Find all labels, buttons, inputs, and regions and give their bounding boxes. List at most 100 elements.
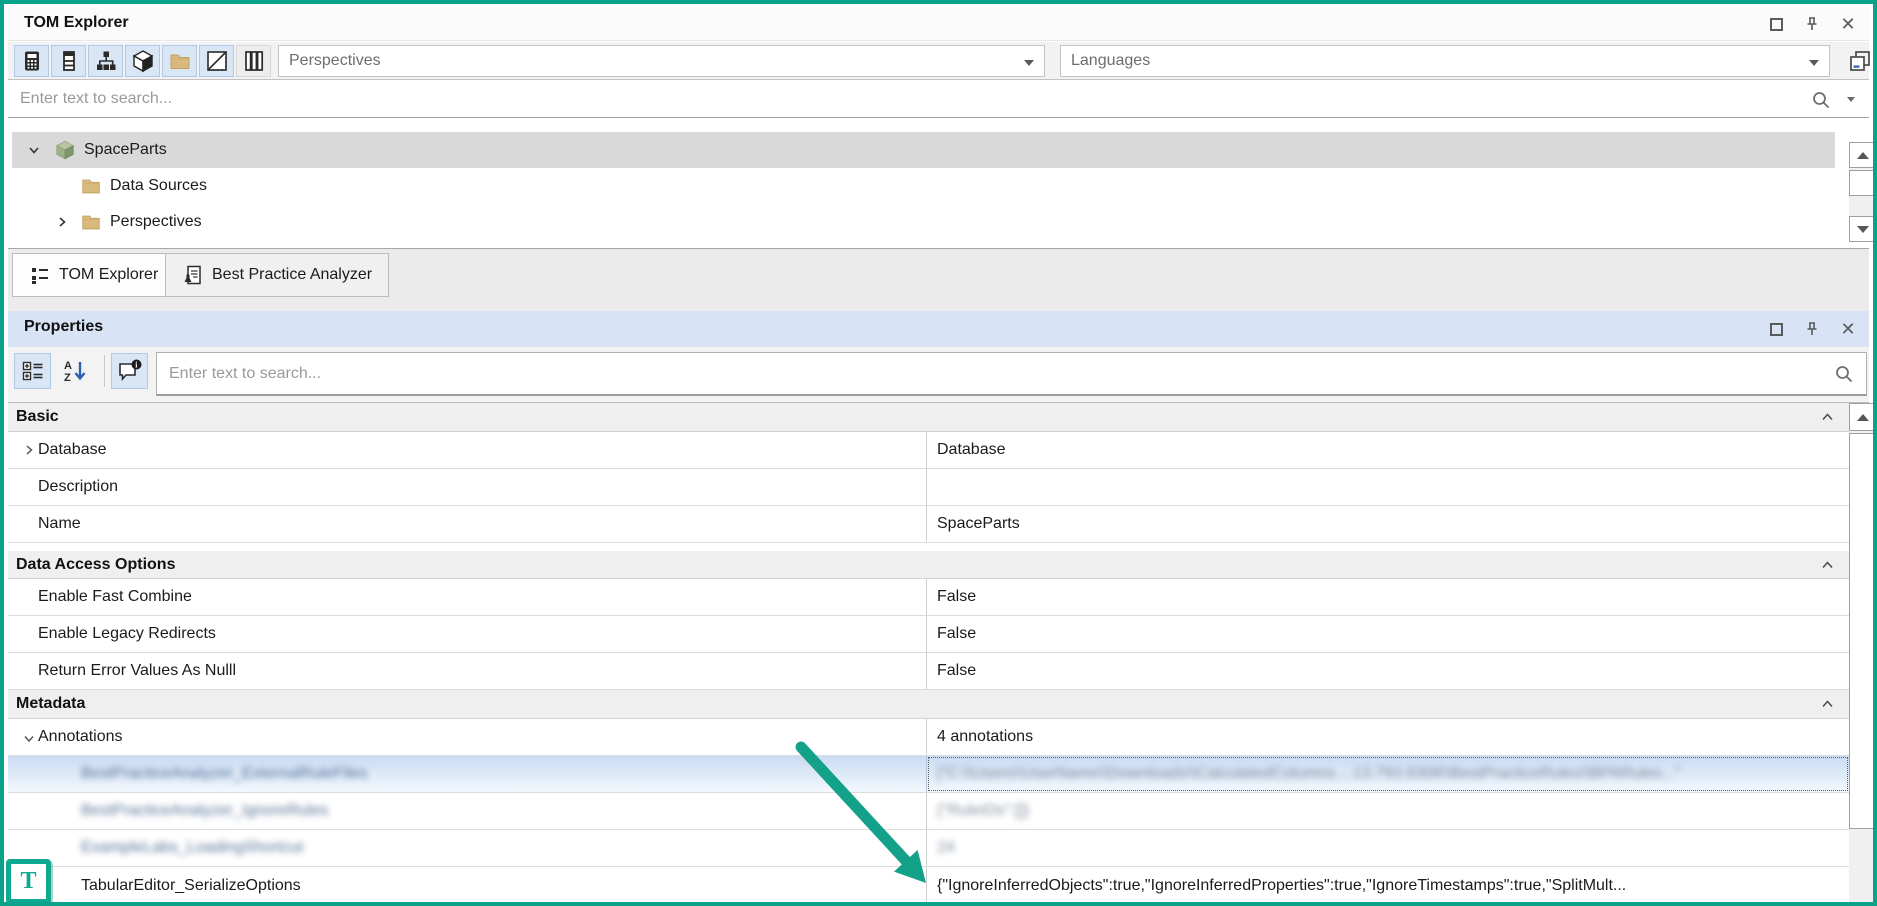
annotation-row[interactable]: ExampleLabs_LoadingShortcut 24 xyxy=(8,830,1849,867)
model-cube-icon xyxy=(54,139,76,161)
property-value[interactable]: Database xyxy=(927,432,1849,468)
collapse-chevron-icon[interactable] xyxy=(1820,697,1835,712)
tree-item-perspectives[interactable]: Perspectives xyxy=(12,204,1835,240)
property-name: Name xyxy=(8,515,81,533)
explorer-search-row xyxy=(8,81,1869,118)
property-row-enable-fast-combine[interactable]: Enable Fast Combine False xyxy=(8,579,1849,616)
tom-explorer-title: TOM Explorer xyxy=(24,14,129,32)
properties-titlebar: Properties ✕ xyxy=(8,311,1869,347)
show-display-folders-button[interactable] xyxy=(199,45,234,77)
scroll-thumb[interactable] xyxy=(1849,170,1877,196)
tree-item-spaceparts[interactable]: SpaceParts xyxy=(12,132,1835,168)
window-layers-icon xyxy=(1847,48,1873,74)
collapse-chevron-icon[interactable] xyxy=(1820,410,1835,425)
scroll-down-button[interactable] xyxy=(1849,216,1877,242)
maximize-icon[interactable] xyxy=(1765,318,1787,340)
categorized-view-button[interactable] xyxy=(14,353,51,389)
folder-icon xyxy=(80,175,102,197)
annotation-value-redacted[interactable]: ["C:\\Users\\UserName\\Downloads\\Calcul… xyxy=(937,765,1681,783)
property-value[interactable]: SpaceParts xyxy=(927,506,1849,542)
tom-explorer-toolbar: Perspectives Languages xyxy=(8,42,1869,80)
section-header-data-access-options[interactable]: Data Access Options xyxy=(8,551,1849,579)
show-tables-button[interactable] xyxy=(51,45,86,77)
pin-icon[interactable] xyxy=(1801,13,1823,35)
svg-text:A: A xyxy=(64,360,72,372)
property-row-description[interactable]: Description xyxy=(8,469,1849,506)
maximize-icon[interactable] xyxy=(1765,13,1787,35)
sort-alphabetical-button[interactable]: AZ xyxy=(56,353,93,389)
show-folders-button[interactable] xyxy=(162,45,197,77)
folder-icon xyxy=(80,211,102,233)
tree-item-label: Data Sources xyxy=(110,177,207,195)
property-value[interactable]: {"IgnoreInferredObjects":true,"IgnoreInf… xyxy=(927,867,1849,904)
properties-search-box xyxy=(156,352,1867,396)
tree-item-label: SpaceParts xyxy=(84,141,167,159)
table-icon xyxy=(57,49,81,73)
annotation-value-redacted[interactable]: {"RuleIDs":[]} xyxy=(937,802,1029,820)
property-row-database[interactable]: Database Database xyxy=(8,432,1849,469)
property-row-serialize-options[interactable]: TabularEditor_SerializeOptions {"IgnoreI… xyxy=(8,867,1849,904)
close-icon[interactable]: ✕ xyxy=(1837,13,1859,35)
tree-list-icon xyxy=(29,264,51,286)
show-measures-button[interactable] xyxy=(14,45,49,77)
close-icon[interactable]: ✕ xyxy=(1837,318,1859,340)
tab-best-practice-analyzer[interactable]: Best Practice Analyzer xyxy=(165,253,389,297)
chevron-down-icon[interactable] xyxy=(26,143,42,157)
property-row-annotations[interactable]: Annotations 4 annotations xyxy=(8,719,1849,756)
scroll-up-button[interactable] xyxy=(1849,403,1877,431)
properties-toolbar: AZ i xyxy=(8,347,1869,403)
collapse-chevron-icon[interactable] xyxy=(22,732,36,746)
property-name: TabularEditor_SerializeOptions xyxy=(8,877,301,895)
collapse-chevron-icon[interactable] xyxy=(1820,558,1835,573)
scroll-thumb[interactable] xyxy=(1849,433,1877,829)
explorer-tabstrip: TOM Explorer Best Practice Analyzer xyxy=(8,248,1869,311)
section-header-basic[interactable]: Basic xyxy=(8,403,1849,432)
tree-item-label: Perspectives xyxy=(110,213,202,231)
properties-search-input[interactable] xyxy=(157,353,1866,394)
chevron-right-icon[interactable] xyxy=(54,215,70,229)
chevron-down-icon xyxy=(1809,60,1819,66)
annotation-value-redacted[interactable]: 24 xyxy=(937,839,955,857)
annotation-name-redacted: ExampleLabs_LoadingShortcut xyxy=(8,839,303,857)
section-title: Basic xyxy=(16,408,59,426)
property-name: Return Error Values As Nulll xyxy=(8,662,236,680)
show-columns-button[interactable] xyxy=(236,45,271,77)
property-value[interactable]: False xyxy=(927,579,1849,615)
hierarchy-icon xyxy=(94,49,118,73)
section-header-metadata[interactable]: Metadata xyxy=(8,690,1849,719)
annotation-row[interactable]: BestPracticeAnalyzer_IgnoreRules {"RuleI… xyxy=(8,793,1849,830)
property-name: Enable Legacy Redirects xyxy=(8,625,216,643)
tom-explorer-titlebar: TOM Explorer ✕ xyxy=(8,8,1869,41)
show-partitions-button[interactable] xyxy=(125,45,160,77)
perspectives-combobox[interactable]: Perspectives xyxy=(278,45,1045,77)
languages-combobox[interactable]: Languages xyxy=(1060,45,1830,77)
property-row-enable-legacy-redirects[interactable]: Enable Legacy Redirects False xyxy=(8,616,1849,653)
explorer-search-input[interactable] xyxy=(8,81,1869,117)
tab-label: TOM Explorer xyxy=(59,266,158,284)
chevron-down-icon xyxy=(1024,60,1034,66)
scroll-up-button[interactable] xyxy=(1849,142,1877,168)
property-value[interactable] xyxy=(927,469,1849,505)
tree-scrollbar[interactable] xyxy=(1849,142,1877,242)
pin-icon[interactable] xyxy=(1801,318,1823,340)
property-value[interactable]: False xyxy=(927,616,1849,652)
ruler-diagram-icon xyxy=(205,49,229,73)
property-value[interactable]: 4 annotations xyxy=(927,719,1849,755)
expand-chevron-icon[interactable] xyxy=(22,443,36,457)
analyzer-document-icon xyxy=(182,264,204,286)
annotation-row-selected[interactable]: BestPracticeAnalyzer_ExternalRuleFiles [… xyxy=(8,756,1849,793)
property-row-name[interactable]: Name SpaceParts xyxy=(8,506,1849,543)
search-options-dropdown-icon[interactable] xyxy=(1847,97,1855,102)
tree-item-data-sources[interactable]: Data Sources xyxy=(12,168,1835,204)
show-description-button[interactable]: i xyxy=(111,353,148,389)
tabular-editor-logo: T xyxy=(6,859,51,904)
annotation-name-redacted: BestPracticeAnalyzer_IgnoreRules xyxy=(8,802,328,820)
property-value[interactable]: False xyxy=(927,653,1849,689)
categorized-icon xyxy=(21,359,45,383)
properties-scrollbar[interactable] xyxy=(1849,403,1877,906)
show-hierarchies-button[interactable] xyxy=(88,45,123,77)
tab-tom-explorer[interactable]: TOM Explorer xyxy=(12,253,175,297)
property-row-return-error-values[interactable]: Return Error Values As Nulll False xyxy=(8,653,1849,690)
annotation-name-redacted: BestPracticeAnalyzer_ExternalRuleFiles xyxy=(8,765,367,783)
window-layout-button[interactable] xyxy=(1841,45,1877,77)
